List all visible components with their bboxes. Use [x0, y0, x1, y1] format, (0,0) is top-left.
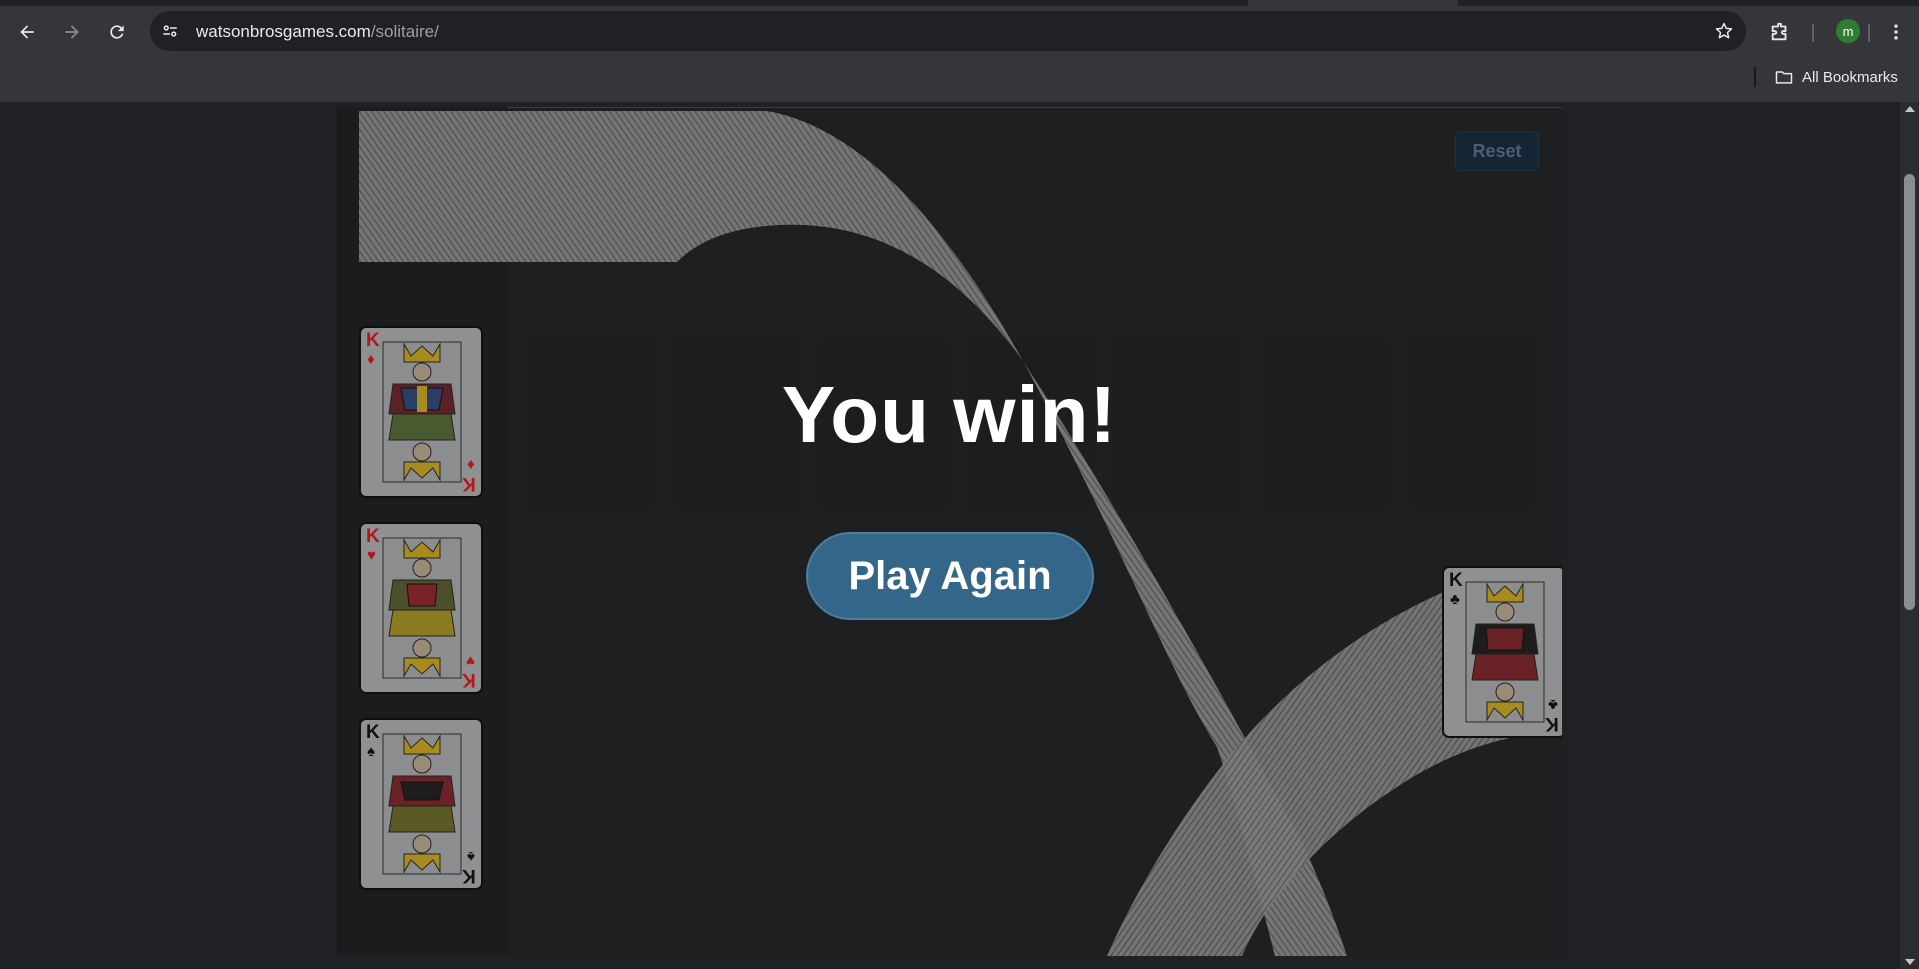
- forward-button[interactable]: [56, 16, 88, 48]
- card-rank-bottom: K: [1545, 713, 1559, 734]
- arrow-left-icon: [20, 25, 34, 39]
- reload-button[interactable]: [101, 16, 133, 48]
- scroll-up-arrow[interactable]: [1905, 106, 1915, 112]
- kebab-menu-icon[interactable]: [1880, 16, 1912, 48]
- scroll-down-arrow[interactable]: [1905, 959, 1915, 965]
- bookmarks-separator: [1754, 67, 1756, 87]
- url-text[interactable]: watsonbrosgames.com/solitaire/: [196, 22, 439, 42]
- card-suit: ♣: [1450, 591, 1460, 608]
- card-rank: K: [366, 722, 380, 743]
- solitaire-board: Reset K ♦ ♦ K K ♥ ♥ K K ♠ ♠ K K ♣ ♣ K Yo…: [337, 107, 1562, 956]
- card-suit: ♥: [367, 547, 376, 564]
- url-path: /solitaire/: [370, 22, 439, 41]
- king-figure-icon: [382, 537, 462, 679]
- king-figure-icon: [1465, 581, 1545, 723]
- browser-chrome: watsonbrosgames.com/solitaire/ m All Boo…: [0, 0, 1919, 102]
- card-suit-bottom: ♣: [1548, 696, 1558, 713]
- folder-icon: [1775, 71, 1793, 84]
- site-settings-icon[interactable]: [158, 19, 182, 43]
- card-rank: K: [1449, 570, 1463, 591]
- card-suit: ♦: [367, 351, 375, 368]
- url-host: watsonbrosgames.com: [196, 22, 371, 41]
- all-bookmarks-label: All Bookmarks: [1802, 68, 1898, 86]
- card-suit-bottom: ♠: [467, 848, 475, 865]
- toolbar-separator: [1812, 24, 1814, 42]
- card-rank-bottom: K: [462, 473, 476, 494]
- bouncing-card-king-of-clubs: K ♣ ♣ K: [1442, 566, 1562, 738]
- card-rank: K: [366, 526, 380, 547]
- page-scrollbar[interactable]: [1900, 102, 1919, 969]
- scrollbar-thumb[interactable]: [1904, 174, 1915, 610]
- card-rank-bottom: K: [462, 865, 476, 886]
- bookmarks-bar: All Bookmarks: [0, 58, 1919, 96]
- arrow-right-icon: [65, 25, 79, 39]
- browser-toolbar: watsonbrosgames.com/solitaire/ m: [0, 6, 1919, 54]
- reset-button[interactable]: Reset: [1455, 131, 1539, 171]
- card-suit-bottom: ♥: [466, 652, 475, 669]
- all-bookmarks-button[interactable]: All Bookmarks: [1774, 64, 1898, 90]
- play-again-button[interactable]: Play Again: [806, 532, 1094, 620]
- bookmark-star-icon[interactable]: [1712, 19, 1736, 43]
- win-message: You win!: [781, 370, 1118, 459]
- reload-icon: [110, 25, 124, 39]
- king-figure-icon: [382, 733, 462, 875]
- card-rank-bottom: K: [462, 669, 476, 690]
- card-rank: K: [366, 330, 380, 351]
- address-bar[interactable]: watsonbrosgames.com/solitaire/: [150, 11, 1746, 51]
- extensions-icon[interactable]: [1764, 16, 1796, 48]
- toolbar-separator: [1868, 24, 1870, 42]
- foundation-card-king-of-hearts[interactable]: K ♥ ♥ K: [359, 522, 483, 694]
- profile-avatar[interactable]: m: [1836, 19, 1860, 43]
- card-suit: ♠: [367, 743, 375, 760]
- foundation-card-king-of-spades[interactable]: K ♠ ♠ K: [359, 718, 483, 890]
- back-button[interactable]: [11, 16, 43, 48]
